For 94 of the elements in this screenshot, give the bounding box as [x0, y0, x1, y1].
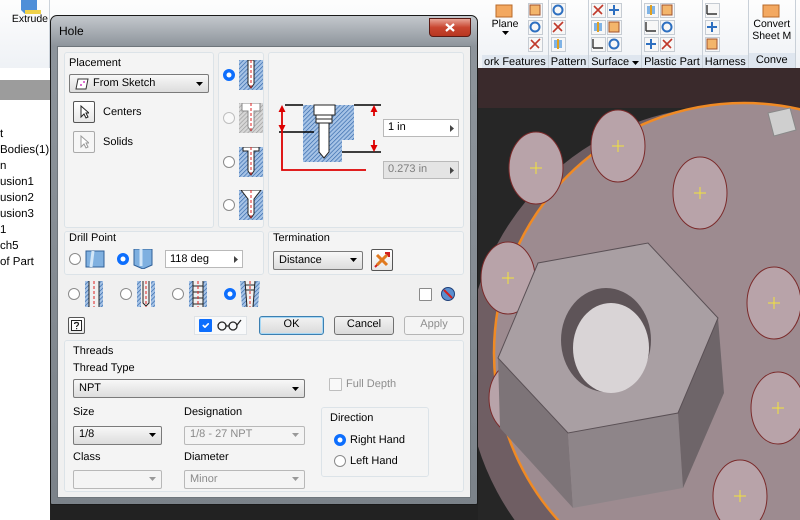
dialog-button[interactable]: Cancel — [334, 316, 394, 334]
glasses-icon — [216, 319, 242, 331]
tool-icon[interactable] — [660, 3, 676, 18]
caret-icon — [350, 258, 357, 262]
thread-section-icon — [136, 281, 156, 307]
tree-item[interactable]: usion1 — [0, 176, 50, 192]
selector-label: Centers — [103, 106, 142, 119]
pointer-button[interactable] — [73, 101, 95, 124]
field-label: Size — [73, 406, 96, 420]
caret-icon — [292, 477, 299, 482]
ribbon-group-label: Conve — [756, 53, 788, 68]
ribbon-group-label: Plastic Part — [644, 55, 700, 70]
tree-item[interactable]: of Part — [0, 256, 50, 272]
direction-label: Direction — [330, 412, 374, 426]
flip-arrow-icon — [374, 252, 390, 268]
tree-item[interactable]: Bodies(1) — [0, 144, 50, 160]
caret-icon — [196, 82, 203, 86]
caret-icon — [149, 477, 156, 482]
tool-icon[interactable] — [704, 37, 720, 52]
tool-icon[interactable] — [591, 3, 606, 18]
thread-type-dropdown[interactable]: NPT — [73, 379, 305, 398]
direction-option-label: Right Hand — [350, 434, 406, 447]
caret-icon — [292, 433, 299, 438]
pointer-icon — [80, 135, 88, 150]
field-label: Designation — [184, 406, 244, 420]
tool-icon[interactable] — [607, 20, 622, 35]
hole-type-radio[interactable] — [223, 68, 235, 81]
pointer-icon — [80, 105, 88, 120]
help-icon — [71, 320, 82, 330]
dialog-button[interactable]: OK — [259, 316, 324, 334]
caret-icon — [450, 166, 454, 174]
termination-label: Termination — [273, 232, 331, 246]
flat-drill-icon — [85, 249, 105, 270]
thread-type-radio[interactable] — [120, 288, 132, 300]
close-icon — [445, 22, 455, 32]
caret-icon — [149, 433, 156, 438]
ribbon-group-label: Surface — [591, 55, 630, 70]
ribbon-group-label: Pattern — [550, 55, 586, 70]
thread-section-icon — [240, 281, 260, 307]
angled-drill-icon — [133, 249, 153, 270]
field-label: Class — [73, 450, 102, 464]
ribbon-button[interactable]: Convert Sheet M — [750, 3, 793, 42]
ribbon-group-label: Harness — [704, 55, 746, 70]
tree-item[interactable]: 1 — [0, 224, 50, 240]
tool-icon[interactable] — [591, 37, 606, 52]
blocked-circle-icon[interactable] — [440, 286, 456, 302]
direction-radio[interactable] — [334, 434, 346, 446]
thread-field-dropdown[interactable]: 1/8 — [73, 426, 162, 445]
threads-label: Threads — [73, 345, 114, 358]
thread-type-radio[interactable] — [224, 288, 236, 300]
drill-point-label: Drill Point — [69, 232, 118, 246]
flip-button[interactable] — [371, 249, 393, 272]
depth-field[interactable]: 1 in — [383, 119, 459, 137]
tree-item[interactable]: n — [0, 160, 50, 176]
tool-icon[interactable] — [644, 20, 660, 35]
preview-toggle[interactable] — [194, 316, 247, 334]
placement-dropdown[interactable]: From Sketch — [69, 74, 209, 94]
hole-type-radio[interactable] — [223, 156, 235, 168]
ribbon-button[interactable]: Plane — [484, 3, 526, 35]
tree-item[interactable]: usion2 — [0, 192, 50, 208]
window-title: Hole — [58, 24, 84, 38]
caret-icon — [292, 386, 299, 391]
termination-dropdown[interactable]: Distance — [273, 250, 363, 270]
placement-label: Placement — [69, 57, 122, 70]
drill-point-radio[interactable] — [117, 253, 129, 266]
preview-checkbox[interactable] — [199, 318, 212, 332]
thread-section-icon — [188, 281, 208, 307]
angle-field[interactable]: 118 deg — [165, 250, 243, 268]
tree-item[interactable]: t — [0, 128, 50, 144]
tree-item[interactable]: usion3 — [0, 208, 50, 224]
tool-icon[interactable] — [528, 3, 543, 18]
full-depth-label: Full Depth — [346, 378, 396, 392]
ribbon-group-label: ork Features — [484, 55, 546, 70]
field-label: Thread Type — [73, 362, 136, 376]
thread-type-radio[interactable] — [68, 288, 80, 300]
help-button[interactable] — [68, 316, 85, 334]
caret-icon — [450, 124, 454, 132]
direction-radio[interactable] — [334, 455, 346, 468]
tool-icon[interactable] — [704, 3, 720, 18]
sketch-icon — [75, 78, 89, 90]
close-button[interactable] — [429, 18, 471, 36]
tree-item[interactable]: ch5 — [0, 240, 50, 256]
drill-point-radio[interactable] — [69, 253, 81, 266]
caret-icon — [234, 256, 238, 263]
hole-type-radio[interactable] — [223, 199, 235, 212]
extrude-button[interactable]: Extrude — [12, 0, 48, 26]
direction-option-label: Left Hand — [350, 454, 398, 468]
browser-header-bar — [0, 80, 50, 100]
thread-section-icon — [84, 281, 104, 307]
infer-checkbox[interactable] — [419, 288, 432, 300]
tool-icon[interactable] — [550, 20, 566, 35]
thread-type-radio[interactable] — [172, 288, 184, 300]
field-label: Diameter — [184, 450, 230, 464]
selector-label: Solids — [103, 136, 133, 149]
